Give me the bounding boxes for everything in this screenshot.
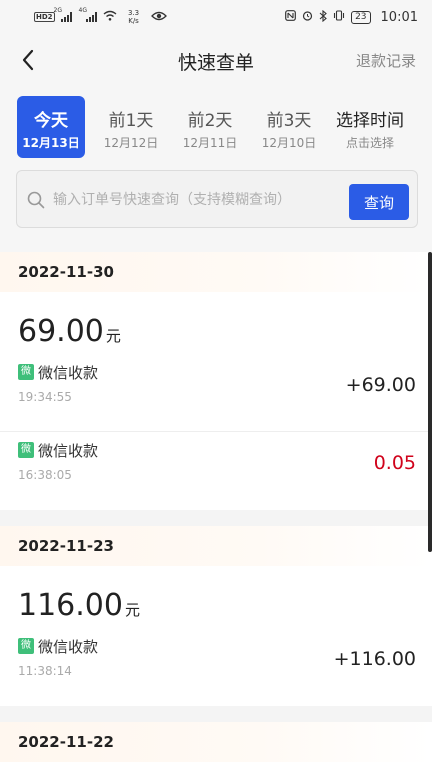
- back-button[interactable]: [14, 46, 42, 74]
- chevron-left-icon: [22, 49, 34, 71]
- transaction-time: 19:34:55: [18, 390, 72, 404]
- hd-label: HD: [36, 13, 48, 21]
- signal-4g-icon: 4G: [79, 7, 97, 22]
- transaction-row[interactable]: 微 微信收款 11:38:14 +116.00: [0, 628, 432, 706]
- tab-label: 前1天: [108, 111, 154, 131]
- header: 快速查单 退款记录: [0, 34, 432, 86]
- battery-icon: 23: [351, 10, 371, 24]
- group-date-header: 2022-11-23: [0, 526, 432, 566]
- transaction-list: 2022-11-30 69.00 元 微 微信收款 19:34:55 +69.00…: [0, 252, 432, 762]
- transaction-row[interactable]: 微 微信收款 16:38:05 0.05: [0, 432, 432, 510]
- search-box: 查询: [16, 170, 418, 228]
- hd-num: 2: [47, 13, 53, 21]
- transaction-row[interactable]: 微 微信收款 19:34:55 +69.00: [0, 354, 432, 432]
- transaction-time: 11:38:14: [18, 664, 72, 678]
- transaction-amount: +116.00: [333, 648, 416, 670]
- tab-label: 前3天: [266, 111, 312, 131]
- currency-unit: 元: [124, 601, 140, 619]
- tab-date: 12月12日: [103, 136, 159, 150]
- tab-select-time[interactable]: 选择时间 点击选择: [330, 96, 410, 158]
- tab-3-days-ago[interactable]: 前3天 12月10日: [255, 96, 323, 158]
- transaction-time: 16:38:05: [18, 468, 72, 482]
- tab-date: 12月11日: [182, 136, 238, 150]
- net-speed: 3.3 K/s: [127, 9, 140, 25]
- signal-2g-label: 2G: [53, 7, 63, 14]
- transaction-amount: 0.05: [373, 452, 416, 474]
- status-right: 23 10:01: [285, 9, 418, 25]
- bluetooth-icon: [319, 9, 327, 25]
- wifi-icon: [103, 10, 117, 24]
- refund-records-link[interactable]: 退款记录: [356, 50, 416, 71]
- clock: 10:01: [380, 9, 418, 25]
- transaction-name: 微信收款: [38, 442, 99, 460]
- group-total: 116.00 元: [0, 566, 432, 628]
- group-total-amount: 69.00: [18, 314, 104, 349]
- tab-date: 12月10日: [261, 136, 317, 150]
- status-left: HD2 2G 4G 3.3 K/s: [34, 7, 167, 25]
- signal-4g-label: 4G: [78, 7, 88, 14]
- date-tabs: 今天 12月13日 前1天 12月12日 前2天 12月11日 前3天 12月1…: [0, 86, 432, 166]
- group-total-amount: 116.00: [18, 588, 123, 623]
- tab-1-day-ago[interactable]: 前1天 12月12日: [97, 96, 165, 158]
- group-total: 69.00 元: [0, 292, 432, 354]
- search-section: 查询: [0, 166, 432, 252]
- alarm-icon: [302, 10, 313, 24]
- group-date-header: 2022-11-30: [0, 252, 432, 292]
- search-icon: [27, 191, 45, 209]
- group-divider: [0, 510, 432, 526]
- tab-date: 12月13日: [22, 136, 80, 150]
- hd-icon: HD2: [34, 12, 55, 22]
- wechat-icon: 微: [18, 364, 34, 380]
- tab-date: 点击选择: [345, 136, 394, 150]
- transaction-name: 微信收款: [38, 638, 99, 656]
- status-bar: HD2 2G 4G 3.3 K/s 23 10:01: [0, 0, 432, 34]
- tab-today[interactable]: 今天 12月13日: [17, 96, 85, 158]
- signal-2g-icon: 2G: [54, 7, 72, 22]
- tab-2-days-ago[interactable]: 前2天 12月11日: [176, 96, 244, 158]
- tab-label: 前2天: [187, 111, 233, 131]
- group-date-header: 2022-11-22: [0, 722, 432, 762]
- transaction-amount: +69.00: [345, 374, 416, 396]
- order-search-input[interactable]: [53, 185, 343, 215]
- query-button[interactable]: 查询: [349, 184, 409, 220]
- wechat-icon: 微: [18, 638, 34, 654]
- group-divider: [0, 706, 432, 722]
- vibrate-icon: [333, 10, 345, 24]
- tab-label: 选择时间: [336, 111, 404, 131]
- wechat-icon: 微: [18, 442, 34, 458]
- tab-label: 今天: [34, 111, 68, 131]
- currency-unit: 元: [105, 327, 121, 345]
- scrollbar[interactable]: [428, 252, 432, 552]
- eye-icon: [150, 11, 167, 24]
- transaction-name: 微信收款: [38, 364, 99, 382]
- nfc-icon: [285, 10, 296, 24]
